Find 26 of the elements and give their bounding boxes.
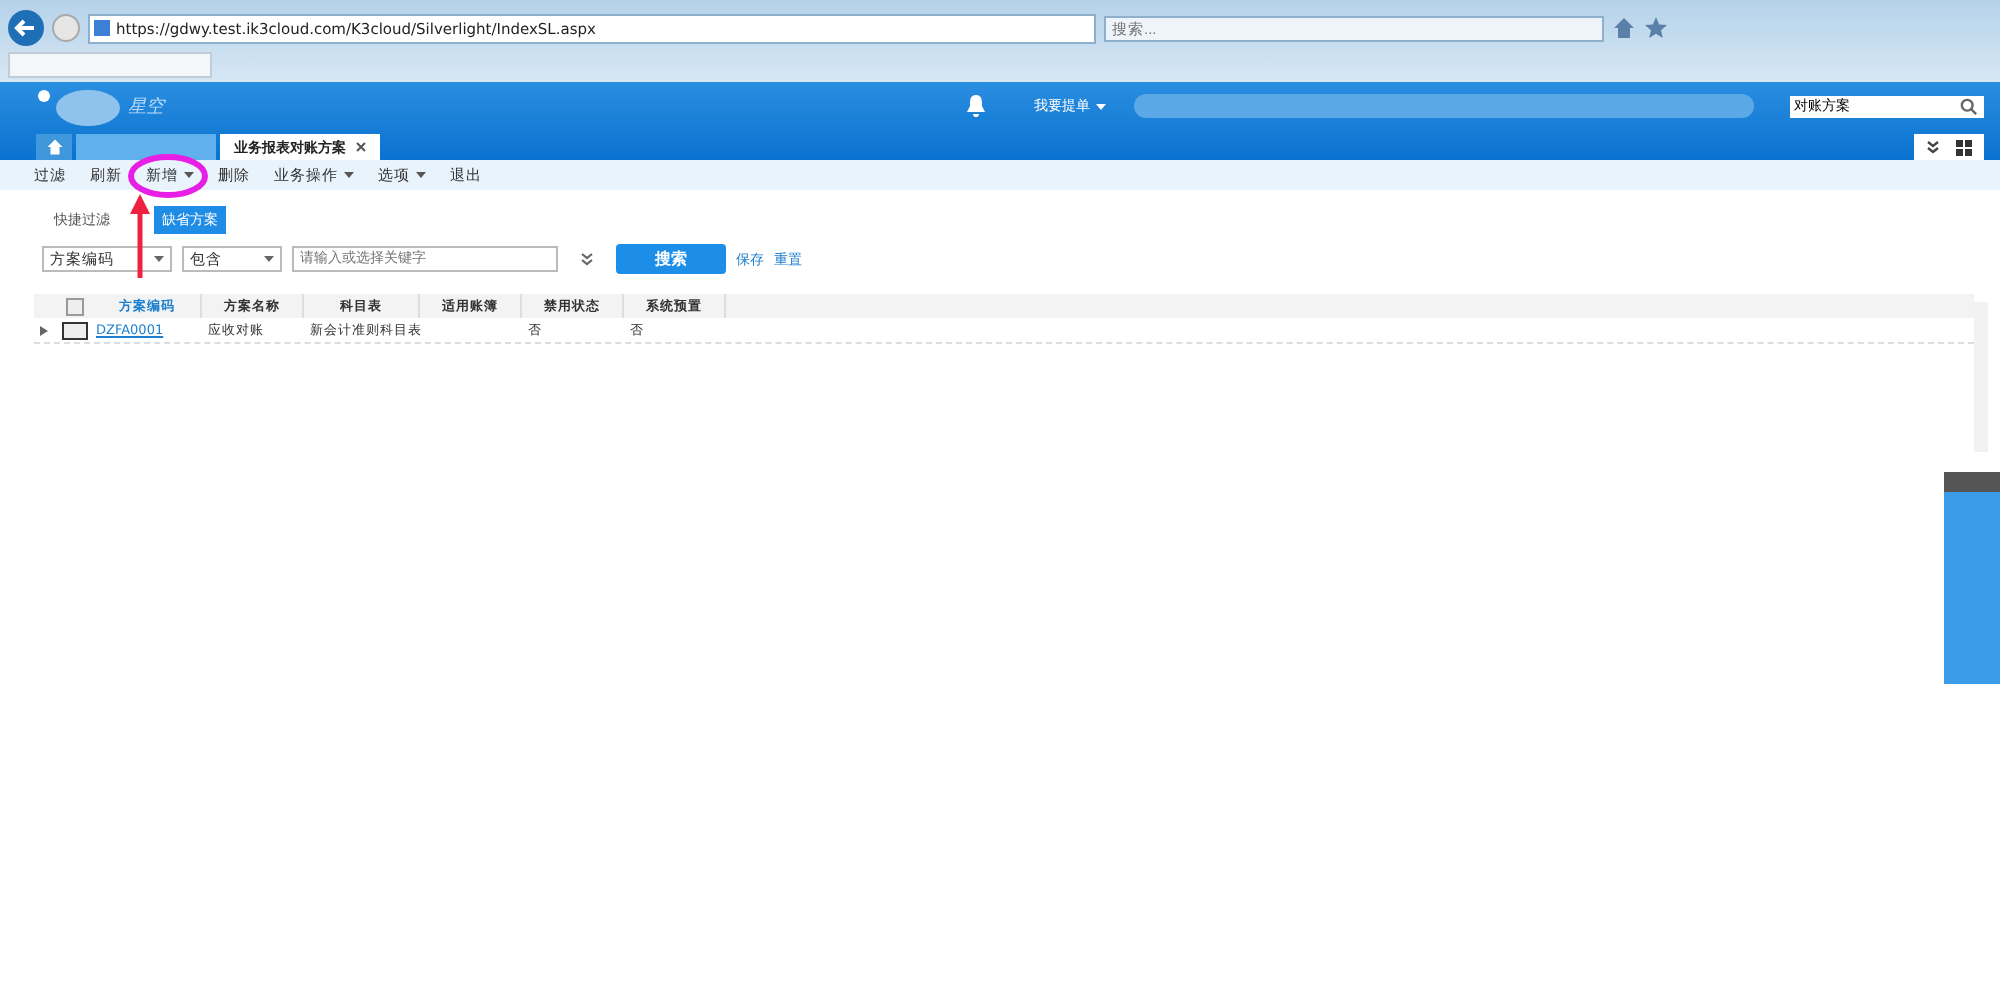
expand-icon[interactable]	[580, 252, 594, 266]
grid-icon[interactable]	[1956, 139, 1972, 155]
caret-icon[interactable]	[1096, 103, 1106, 109]
logo-icon	[36, 84, 124, 128]
star-icon[interactable]	[1644, 16, 1668, 40]
close-icon[interactable]	[356, 142, 366, 152]
bell-icon[interactable]	[966, 94, 986, 118]
back-button[interactable]	[8, 10, 44, 46]
caret-icon[interactable]	[184, 172, 194, 178]
search-icon[interactable]	[1960, 97, 1978, 115]
caret-icon[interactable]	[344, 172, 354, 178]
collapse-icon[interactable]	[1926, 140, 1940, 154]
side-widget[interactable]	[1944, 472, 2000, 684]
home-tab[interactable]	[36, 134, 72, 160]
pointer-arrow	[128, 194, 152, 278]
select-all-checkbox[interactable]	[65, 297, 83, 315]
highlight-ellipse	[128, 154, 208, 198]
home-icon[interactable]	[45, 138, 63, 156]
caret-icon[interactable]	[264, 256, 274, 262]
caret-icon[interactable]	[416, 172, 426, 178]
home-icon[interactable]	[1612, 16, 1636, 40]
product-name: 星空	[128, 95, 164, 119]
row-checkbox[interactable]	[61, 321, 87, 339]
caret-icon[interactable]	[154, 256, 164, 262]
scrollbar[interactable]	[1974, 302, 1988, 452]
row-expand-icon[interactable]	[40, 325, 48, 335]
